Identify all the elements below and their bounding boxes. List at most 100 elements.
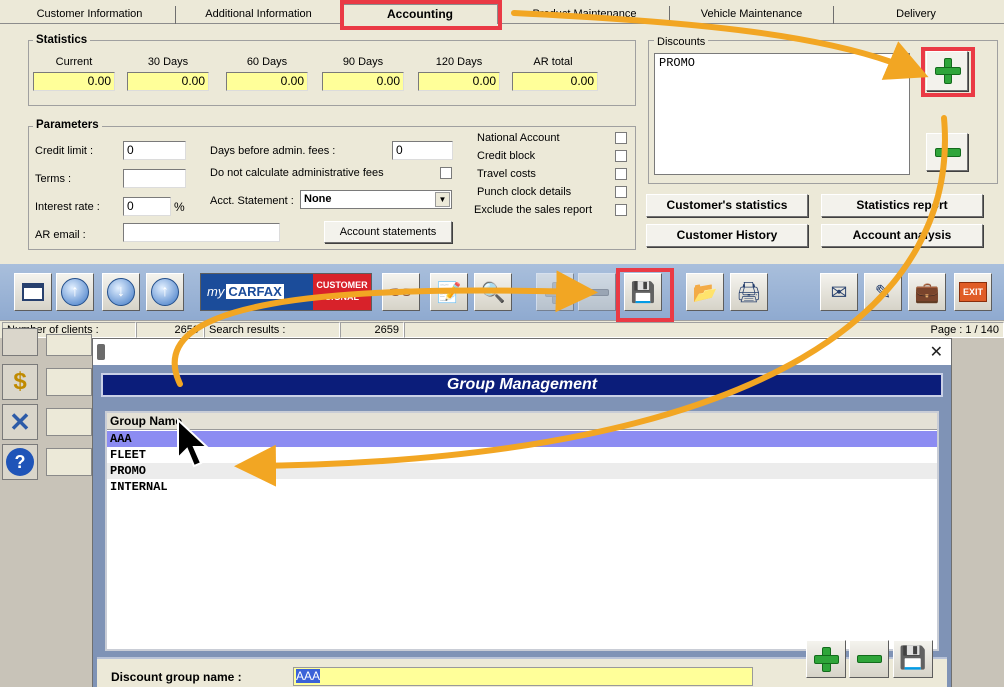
printer-icon: 🖨	[736, 281, 762, 304]
chevron-down-icon[interactable]: ▼	[435, 192, 450, 207]
close-icon[interactable]: ✕	[930, 342, 943, 362]
stat-label: 90 Days	[342, 56, 384, 68]
briefcase-icon: 💼	[914, 281, 940, 304]
folder-icon: 📂	[692, 281, 718, 304]
remove-button[interactable]	[578, 273, 616, 311]
stat-label: AR total	[533, 56, 573, 68]
ar-email-input[interactable]	[123, 223, 280, 242]
tab-product-maintenance[interactable]: Product Maintenance	[500, 6, 670, 24]
account-statements-button[interactable]: Account statements	[324, 221, 452, 243]
save-group-button[interactable]: 💾	[893, 640, 933, 678]
tab-vehicle-maintenance[interactable]: Vehicle Maintenance	[670, 6, 834, 24]
acct-statement-label: Acct. Statement :	[210, 195, 294, 207]
account-analysis-button[interactable]: Account analysis	[821, 224, 983, 247]
national-account-checkbox[interactable]	[615, 132, 627, 144]
sidebar-field	[46, 448, 92, 476]
stat-value-90-days: 0.00	[322, 72, 404, 91]
carfax-button[interactable]: my CARFAX CUSTOMER SIGNAL	[200, 273, 372, 311]
tab-additional-information[interactable]: Additional Information	[176, 6, 342, 24]
binoculars-button[interactable]: 👓	[382, 273, 420, 311]
left-sidebar: $ ✕ ?	[0, 328, 92, 687]
selected-text: AAA	[296, 669, 321, 683]
table-row[interactable]: FLEET	[107, 447, 937, 463]
customer-signal-badge: CUSTOMER SIGNAL	[313, 274, 371, 310]
discount-list[interactable]: PROMO	[654, 53, 910, 175]
window-icon	[22, 283, 44, 301]
discount-item[interactable]: PROMO	[659, 56, 905, 70]
magnifier-icon: 🔍	[480, 281, 506, 304]
punch-clock-checkbox[interactable]	[615, 186, 627, 198]
edit-document-button[interactable]: ✎	[864, 273, 902, 311]
customer-history-button[interactable]: Customer History	[646, 224, 808, 247]
days-before-fees-label: Days before admin. fees :	[210, 145, 336, 157]
plus-icon	[814, 647, 839, 672]
interest-rate-input[interactable]: 0	[123, 197, 171, 216]
stat-label: 120 Days	[435, 56, 483, 68]
no-admin-fees-checkbox[interactable]	[440, 167, 452, 179]
carfax-logo: my CARFAX	[207, 284, 284, 299]
main-toolbar: ↑ ↓ ↑ my CARFAX CUSTOMER SIGNAL 👓 📝 🔍 💾 📂…	[0, 264, 1004, 320]
help-icon[interactable]: ?	[2, 444, 38, 480]
download-button[interactable]: ↓	[102, 273, 140, 311]
remove-discount-button[interactable]	[926, 133, 968, 171]
interest-rate-label: Interest rate :	[35, 201, 100, 213]
days-before-fees-input[interactable]: 0	[392, 141, 453, 160]
grid-header-group-name[interactable]: Group Name	[107, 413, 937, 430]
group-grid[interactable]: Group Name AAA FLEET PROMO INTERNAL	[105, 411, 939, 651]
upload-button[interactable]: ↑	[56, 273, 94, 311]
sidebar-field	[46, 334, 92, 356]
acct-statement-value: None	[304, 193, 332, 205]
tab-delivery[interactable]: Delivery	[834, 6, 998, 24]
statistics-report-button[interactable]: Statistics report	[821, 194, 983, 217]
exclude-sales-report-checkbox[interactable]	[615, 204, 627, 216]
move-up-button[interactable]: ↑	[146, 273, 184, 311]
dialog-titlebar: ✕	[93, 339, 951, 365]
discounts-title: Discounts	[654, 36, 709, 48]
tab-customer-information[interactable]: Customer Information	[4, 6, 176, 24]
add-group-button[interactable]	[806, 640, 846, 678]
national-account-label: National Account	[477, 132, 560, 144]
stat-value-30-days: 0.00	[127, 72, 209, 91]
mouse-cursor-icon	[177, 418, 210, 468]
briefcase-button[interactable]: 💼	[908, 273, 946, 311]
remove-group-button[interactable]	[849, 640, 889, 678]
customers-statistics-button[interactable]: Customer's statistics	[646, 194, 808, 217]
credit-block-checkbox[interactable]	[615, 150, 627, 162]
exit-button[interactable]: EXIT	[954, 273, 992, 311]
envelope-icon: ✉	[830, 281, 848, 304]
binoculars-icon: 👓	[388, 281, 414, 304]
minus-icon	[935, 148, 961, 157]
traffic-light-icon	[97, 344, 105, 360]
notepad-icon: 📝	[436, 281, 462, 304]
percent-sign: %	[174, 200, 185, 214]
stat-value-120-days: 0.00	[418, 72, 500, 91]
table-row[interactable]: PROMO	[107, 463, 937, 479]
discount-group-name-input[interactable]: AAA	[293, 667, 753, 686]
print-button[interactable]: 🖨	[730, 273, 768, 311]
tools-icon[interactable]: ✕	[2, 404, 38, 440]
table-row[interactable]: INTERNAL	[107, 479, 937, 495]
table-row[interactable]: AAA	[107, 431, 937, 447]
pencil-document-icon: ✎	[874, 281, 892, 304]
document-icon[interactable]	[2, 328, 38, 356]
highlight-save-button	[616, 268, 674, 322]
search-results-label: Search results :	[204, 322, 340, 338]
terms-input[interactable]	[123, 169, 186, 188]
status-bar: Number of clients : 2659 Search results …	[0, 320, 1004, 338]
terms-label: Terms :	[35, 173, 72, 185]
email-button[interactable]: ✉	[820, 273, 858, 311]
search-button[interactable]: 🔍	[474, 273, 512, 311]
new-window-button[interactable]	[14, 273, 52, 311]
arrow-up-document-icon: ↑	[61, 278, 89, 306]
dialog-body: Group Management Group Name AAA FLEET PR…	[93, 365, 951, 687]
sidebar-field	[46, 368, 92, 396]
travel-costs-label: Travel costs	[477, 168, 536, 180]
sidebar-field	[46, 408, 92, 436]
add-button[interactable]	[536, 273, 574, 311]
acct-statement-select[interactable]: None ▼	[300, 190, 452, 209]
credit-limit-input[interactable]: 0	[123, 141, 186, 160]
notes-button[interactable]: 📝	[430, 273, 468, 311]
travel-costs-checkbox[interactable]	[615, 168, 627, 180]
folder-button[interactable]: 📂	[686, 273, 724, 311]
dollar-icon[interactable]: $	[2, 364, 38, 400]
